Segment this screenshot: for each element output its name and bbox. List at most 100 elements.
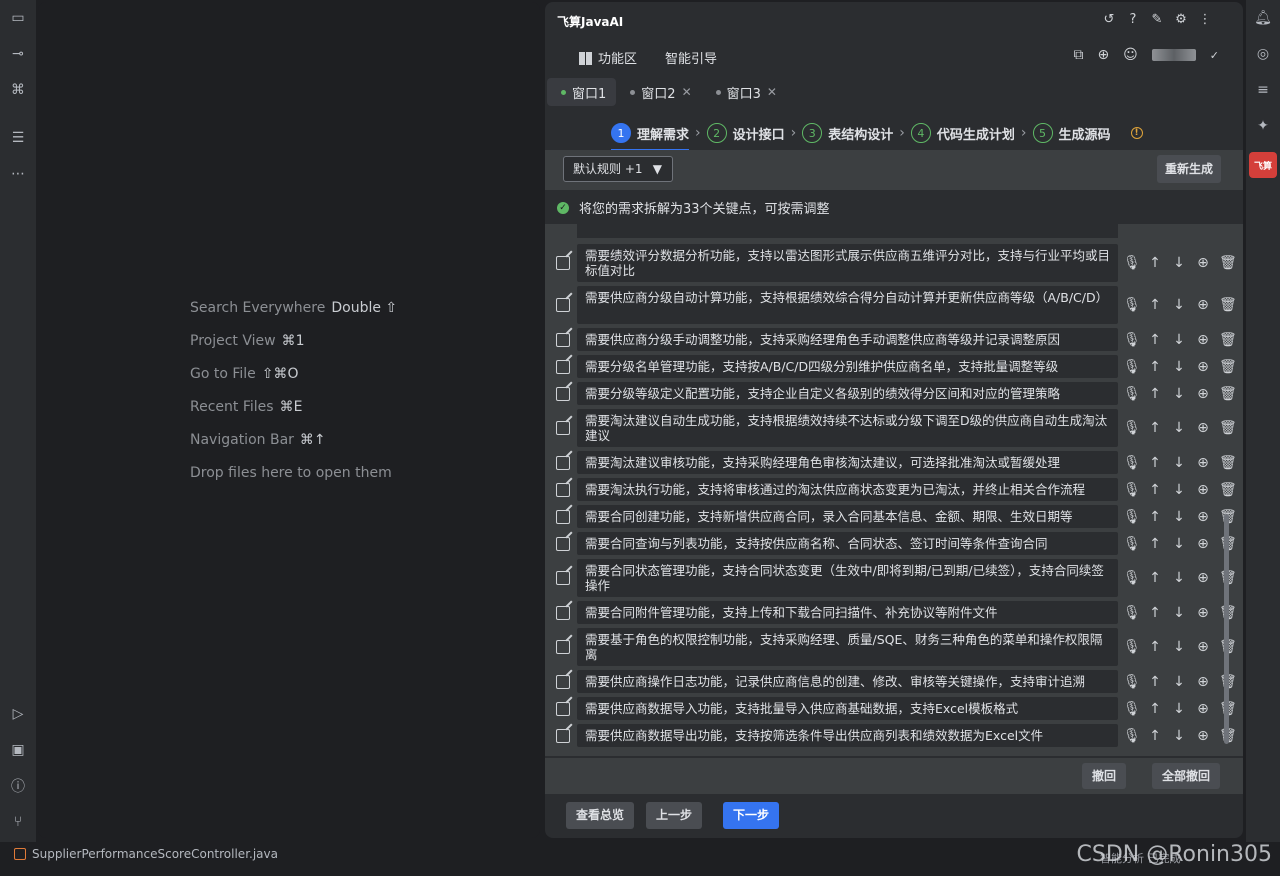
history-icon[interactable]: ↺ [1101,11,1117,27]
arrow-down-icon[interactable]: ↓ [1171,420,1187,436]
arrow-down-icon[interactable]: ↓ [1171,674,1187,690]
edit-icon[interactable] [556,298,570,312]
add-circle-icon[interactable]: ⊕ [1195,255,1211,271]
settings-icon[interactable]: ⚙ [1173,11,1189,27]
arrow-down-icon[interactable]: ↓ [1171,639,1187,655]
arrow-down-icon[interactable]: ↓ [1171,728,1187,744]
edit-icon[interactable] [556,537,570,551]
database-icon[interactable]: ≡ [1253,80,1273,100]
microphone-icon[interactable]: 🎙︎ [1123,332,1141,348]
undo-all-button[interactable]: 全部撤回 [1152,763,1221,789]
add-circle-icon[interactable]: ⊕ [1195,701,1211,717]
add-circle-icon[interactable]: ⊕ [1195,639,1211,655]
arrow-up-icon[interactable]: ↑ [1147,509,1163,525]
arrow-up-icon[interactable]: ↑ [1147,332,1163,348]
microphone-icon[interactable]: 🎙︎ [1123,297,1141,313]
scrollbar[interactable] [1224,514,1229,744]
edit-icon[interactable] [556,483,570,497]
warning-icon[interactable]: ! [1130,127,1143,139]
terminal-icon[interactable]: ▣ [8,740,28,760]
arrow-up-icon[interactable]: ↑ [1147,255,1163,271]
microphone-icon[interactable]: 🎙︎ [1123,605,1141,621]
new-window-icon[interactable]: ⧉ [1073,47,1083,63]
arrow-up-icon[interactable]: ↑ [1147,359,1163,375]
trash-icon[interactable]: 🗑︎ [1219,297,1237,313]
edit-icon[interactable] [556,571,570,585]
add-circle-icon[interactable]: ⊕ [1195,536,1211,552]
prev-step-button[interactable]: 上一步 [646,802,703,829]
requirement-text[interactable]: 需要供应商分级手动调整功能，支持采购经理角色手动调整供应商等级并记录调整原因 [577,328,1118,351]
trash-icon[interactable]: 🗑︎ [1219,455,1237,471]
dropdown-chevron-icon[interactable]: ✓ [1210,49,1219,62]
microphone-icon[interactable]: 🎙︎ [1123,570,1141,586]
run-icon[interactable]: ▷ [8,704,28,724]
more-icon[interactable]: ⋯ [8,164,28,184]
requirement-text[interactable]: 需要基于角色的权限控制功能，支持采购经理、质量/SQE、财务三种角色的菜单和操作… [577,628,1118,666]
microphone-icon[interactable]: 🎙︎ [1123,639,1141,655]
help-icon[interactable]: ? [1125,11,1141,27]
arrow-down-icon[interactable]: ↓ [1171,605,1187,621]
edit-icon[interactable] [556,333,570,347]
git-icon[interactable]: ⑂ [8,812,28,832]
window-tab-2[interactable]: 窗口2 ✕ [616,78,701,106]
requirement-text[interactable]: 需要供应商数据导入功能，支持批量导入供应商基础数据，支持Excel模板格式 [577,697,1118,720]
edit-icon[interactable] [556,387,570,401]
close-icon[interactable]: ✕ [682,85,692,99]
microphone-icon[interactable]: 🎙︎ [1123,482,1141,498]
edit-icon[interactable] [556,456,570,470]
add-circle-icon[interactable]: ⊕ [1195,332,1211,348]
requirement-text[interactable]: 需要合同创建功能，支持新增供应商合同，录入合同基本信息、金额、期限、生效日期等 [577,505,1118,528]
requirement-text[interactable]: 需要供应商数据导出功能，支持按筛选条件导出供应商列表和绩效数据为Excel文件 [577,724,1118,747]
requirement-text[interactable]: 需要绩效评分数据分析功能，支持以雷达图形式展示供应商五维评分对比，支持与行业平均… [577,244,1118,282]
edit-icon[interactable] [556,256,570,270]
step-3[interactable]: 3 表结构设计 [802,123,893,143]
microphone-icon[interactable]: 🎙︎ [1123,728,1141,744]
edit-icon[interactable] [556,729,570,743]
arrow-down-icon[interactable]: ↓ [1171,509,1187,525]
close-icon[interactable]: ✕ [767,85,777,99]
arrow-up-icon[interactable]: ↑ [1147,674,1163,690]
tab-smart-guide[interactable]: 智能引导 [665,48,717,67]
microphone-icon[interactable]: 🎙︎ [1123,455,1141,471]
arrow-down-icon[interactable]: ↓ [1171,359,1187,375]
edit-icon[interactable] [556,675,570,689]
add-circle-icon[interactable]: ⊕ [1195,570,1211,586]
arrow-up-icon[interactable]: ↑ [1147,605,1163,621]
add-circle-icon[interactable]: ⊕ [1195,386,1211,402]
feisuan-brand-icon[interactable]: 飞算 [1249,152,1277,178]
ai-assistant-icon[interactable]: ✦ [1253,116,1273,136]
arrow-down-icon[interactable]: ↓ [1171,455,1187,471]
next-step-button[interactable]: 下一步 [723,802,780,829]
tab-function-area[interactable]: 功能区 [579,48,637,67]
requirement-text[interactable]: 需要淘汰建议审核功能，支持采购经理角色审核淘汰建议，可选择批准淘汰或暂缓处理 [577,451,1118,474]
arrow-up-icon[interactable]: ↑ [1147,386,1163,402]
requirement-text[interactable]: 需要合同查询与列表功能，支持按供应商名称、合同状态、签订时间等条件查询合同 [577,532,1118,555]
add-icon[interactable]: ⊕ [1097,47,1109,63]
trash-icon[interactable]: 🗑︎ [1219,359,1237,375]
microphone-icon[interactable]: 🎙︎ [1123,701,1141,717]
project-folder-icon[interactable]: ▭ [8,8,28,28]
arrow-up-icon[interactable]: ↑ [1147,570,1163,586]
edit-icon[interactable] [556,702,570,716]
add-circle-icon[interactable]: ⊕ [1195,455,1211,471]
arrow-up-icon[interactable]: ↑ [1147,420,1163,436]
add-circle-icon[interactable]: ⊕ [1195,420,1211,436]
trash-icon[interactable]: 🗑︎ [1219,386,1237,402]
view-overview-button[interactable]: 查看总览 [566,802,635,829]
commit-icon[interactable]: ⊸ [8,44,28,64]
step-1[interactable]: 1 理解需求 [611,123,690,151]
arrow-down-icon[interactable]: ↓ [1171,701,1187,717]
add-circle-icon[interactable]: ⊕ [1195,728,1211,744]
edit-icon[interactable]: ✎ [1149,11,1165,27]
arrow-up-icon[interactable]: ↑ [1147,536,1163,552]
arrow-down-icon[interactable]: ↓ [1171,255,1187,271]
arrow-up-icon[interactable]: ↑ [1147,701,1163,717]
requirement-text[interactable]: 需要淘汰建议自动生成功能，支持根据绩效持续不达标或分级下调至D级的供应商自动生成… [577,409,1118,447]
more-options-icon[interactable]: ⋮ [1197,11,1213,27]
structure-icon[interactable]: ⌘ [8,80,28,100]
edit-icon[interactable] [556,510,570,524]
step-5[interactable]: 5 生成源码 [1032,123,1111,143]
user-avatar-icon[interactable]: ☺ [1123,47,1138,63]
add-circle-icon[interactable]: ⊕ [1195,605,1211,621]
microphone-icon[interactable]: 🎙︎ [1123,359,1141,375]
